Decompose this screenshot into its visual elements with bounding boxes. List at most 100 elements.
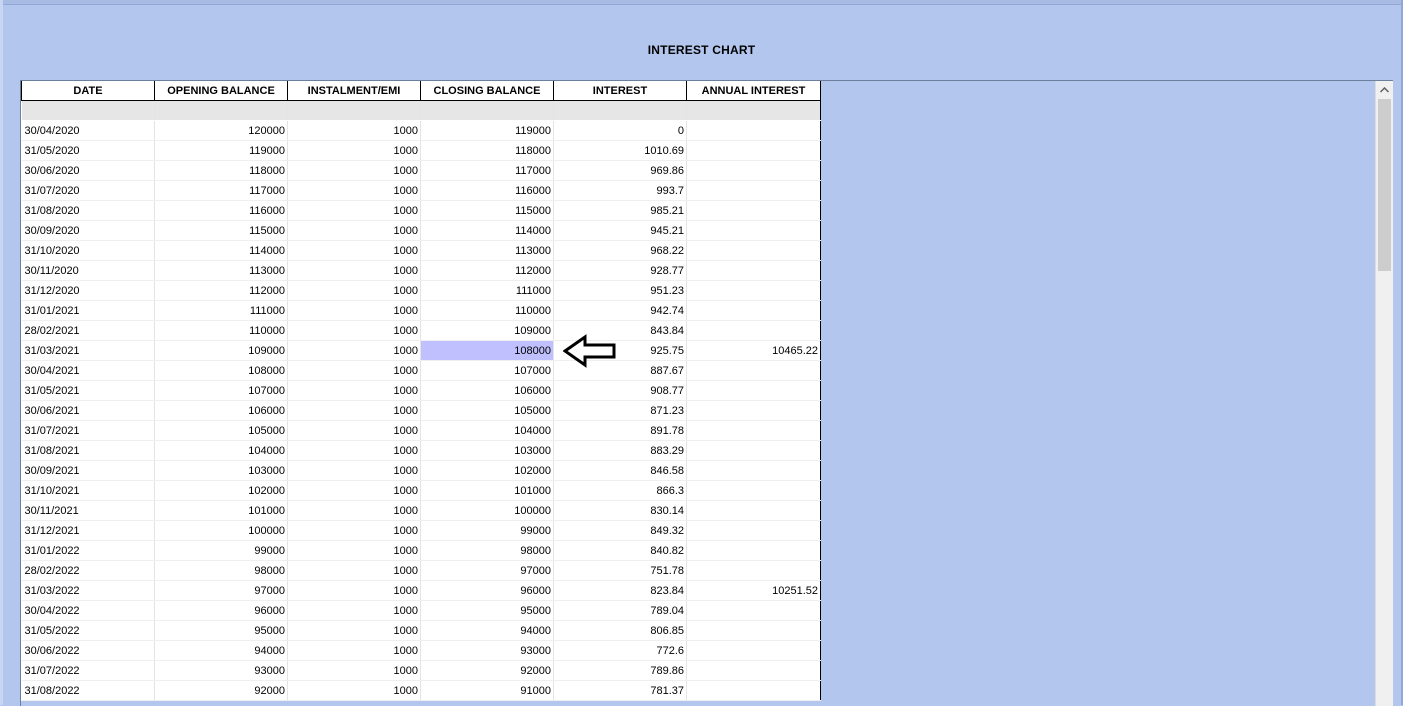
cell-date[interactable]: 30/11/2020	[21, 260, 155, 281]
cell-annual-interest[interactable]	[686, 160, 821, 181]
cell-interest[interactable]: 993.7	[553, 180, 687, 201]
cell-annual-interest[interactable]: 10465.22	[686, 340, 821, 361]
cell-date[interactable]: 31/07/2022	[21, 660, 155, 681]
cell-date[interactable]: 30/11/2021	[21, 500, 155, 521]
cell-interest[interactable]: 968.22	[553, 240, 687, 261]
cell-closing-balance[interactable]: 93000	[420, 640, 554, 661]
cell-interest[interactable]: 789.86	[553, 660, 687, 681]
cell-annual-interest[interactable]	[686, 640, 821, 661]
cell-annual-interest[interactable]	[686, 120, 821, 141]
table-row[interactable]: 31/08/2021 104000 1000 103000 883.29	[21, 440, 821, 461]
cell-date[interactable]: 31/03/2021	[21, 340, 155, 361]
cell-closing-balance[interactable]: 111000	[420, 280, 554, 301]
cell-closing-balance[interactable]: 106000	[420, 380, 554, 401]
cell-date[interactable]: 31/12/2021	[21, 520, 155, 541]
table-row[interactable]: 31/10/2021 102000 1000 101000 866.3	[21, 480, 821, 501]
cell-instalment[interactable]: 1000	[287, 300, 421, 321]
table-row[interactable]: 31/05/2022 95000 1000 94000 806.85	[21, 620, 821, 641]
cell-annual-interest[interactable]	[686, 420, 821, 441]
cell-date[interactable]: 31/08/2022	[21, 680, 155, 701]
cell-closing-balance[interactable]: 97000	[420, 560, 554, 581]
cell-opening-balance[interactable]: 117000	[154, 180, 288, 201]
cell-instalment[interactable]: 1000	[287, 160, 421, 181]
cell-closing-balance[interactable]: 99000	[420, 520, 554, 541]
cell-closing-balance[interactable]: 116000	[420, 180, 554, 201]
cell-closing-balance[interactable]: 101000	[420, 480, 554, 501]
column-header-date[interactable]: DATE	[21, 81, 155, 101]
cell-closing-balance[interactable]: 96000	[420, 580, 554, 601]
cell-annual-interest[interactable]	[686, 400, 821, 421]
table-row[interactable]: 31/01/2022 99000 1000 98000 840.82	[21, 540, 821, 561]
cell-instalment[interactable]: 1000	[287, 420, 421, 441]
scrollbar-thumb[interactable]	[1378, 99, 1391, 271]
table-row[interactable]: 31/12/2020 112000 1000 111000 951.23	[21, 280, 821, 301]
vertical-scrollbar[interactable]	[1375, 81, 1393, 706]
table-row[interactable]: 30/09/2020 115000 1000 114000 945.21	[21, 220, 821, 241]
table-row[interactable]: 31/08/2020 116000 1000 115000 985.21	[21, 200, 821, 221]
cell-opening-balance[interactable]: 103000	[154, 460, 288, 481]
cell-date[interactable]: 30/09/2020	[21, 220, 155, 241]
table-row[interactable]: 28/02/2021 110000 1000 109000 843.84	[21, 320, 821, 341]
cell-instalment[interactable]: 1000	[287, 520, 421, 541]
cell-interest[interactable]: 840.82	[553, 540, 687, 561]
table-row[interactable]: 31/05/2021 107000 1000 106000 908.77	[21, 380, 821, 401]
cell-instalment[interactable]: 1000	[287, 560, 421, 581]
cell-opening-balance[interactable]: 98000	[154, 560, 288, 581]
cell-instalment[interactable]: 1000	[287, 540, 421, 561]
cell-opening-balance[interactable]: 120000	[154, 120, 288, 141]
interest-grid[interactable]: DATE OPENING BALANCE INSTALMENT/EMI CLOS…	[20, 80, 1393, 706]
table-row[interactable]: 30/11/2021 101000 1000 100000 830.14	[21, 500, 821, 521]
table-row[interactable]: 31/07/2020 117000 1000 116000 993.7	[21, 180, 821, 201]
cell-opening-balance[interactable]: 119000	[154, 140, 288, 161]
cell-annual-interest[interactable]	[686, 140, 821, 161]
cell-instalment[interactable]: 1000	[287, 500, 421, 521]
table-row[interactable]: 30/06/2022 94000 1000 93000 772.6	[21, 640, 821, 661]
cell-annual-interest[interactable]	[686, 300, 821, 321]
cell-instalment[interactable]: 1000	[287, 280, 421, 301]
cell-closing-balance[interactable]: 115000	[420, 200, 554, 221]
cell-opening-balance[interactable]: 100000	[154, 520, 288, 541]
cell-instalment[interactable]: 1000	[287, 360, 421, 381]
table-row[interactable]: 31/07/2021 105000 1000 104000 891.78	[21, 420, 821, 441]
cell-date[interactable]: 31/05/2020	[21, 140, 155, 161]
cell-date[interactable]: 31/07/2020	[21, 180, 155, 201]
cell-annual-interest[interactable]	[686, 240, 821, 261]
column-header-interest[interactable]: INTEREST	[553, 81, 687, 101]
cell-opening-balance[interactable]: 96000	[154, 600, 288, 621]
cell-interest[interactable]: 823.84	[553, 580, 687, 601]
cell-opening-balance[interactable]: 113000	[154, 260, 288, 281]
cell-opening-balance[interactable]: 111000	[154, 300, 288, 321]
cell-instalment[interactable]: 1000	[287, 240, 421, 261]
cell-instalment[interactable]: 1000	[287, 120, 421, 141]
cell-date[interactable]: 31/08/2020	[21, 200, 155, 221]
filter-cell[interactable]	[553, 100, 687, 121]
cell-interest[interactable]: 846.58	[553, 460, 687, 481]
cell-closing-balance[interactable]: 118000	[420, 140, 554, 161]
cell-annual-interest[interactable]	[686, 500, 821, 521]
cell-closing-balance[interactable]: 102000	[420, 460, 554, 481]
cell-date[interactable]: 30/04/2022	[21, 600, 155, 621]
cell-date[interactable]: 31/12/2020	[21, 280, 155, 301]
cell-opening-balance[interactable]: 108000	[154, 360, 288, 381]
cell-annual-interest[interactable]	[686, 260, 821, 281]
cell-interest[interactable]: 849.32	[553, 520, 687, 541]
cell-instalment[interactable]: 1000	[287, 200, 421, 221]
cell-opening-balance[interactable]: 115000	[154, 220, 288, 241]
cell-opening-balance[interactable]: 112000	[154, 280, 288, 301]
cell-opening-balance[interactable]: 116000	[154, 200, 288, 221]
table-row[interactable]: 30/04/2020 120000 1000 119000 0	[21, 120, 821, 141]
cell-date[interactable]: 30/04/2021	[21, 360, 155, 381]
table-row[interactable]: 31/12/2021 100000 1000 99000 849.32	[21, 520, 821, 541]
cell-annual-interest[interactable]	[686, 220, 821, 241]
cell-instalment[interactable]: 1000	[287, 580, 421, 601]
cell-annual-interest[interactable]	[686, 440, 821, 461]
column-header-annual-interest[interactable]: ANNUAL INTEREST	[686, 81, 821, 101]
scroll-up-button[interactable]	[1376, 81, 1393, 98]
cell-interest[interactable]: 985.21	[553, 200, 687, 221]
cell-annual-interest[interactable]	[686, 680, 821, 701]
cell-instalment[interactable]: 1000	[287, 140, 421, 161]
cell-closing-balance[interactable]: 105000	[420, 400, 554, 421]
cell-annual-interest[interactable]	[686, 200, 821, 221]
filter-cell[interactable]	[287, 100, 421, 121]
cell-closing-balance[interactable]: 113000	[420, 240, 554, 261]
